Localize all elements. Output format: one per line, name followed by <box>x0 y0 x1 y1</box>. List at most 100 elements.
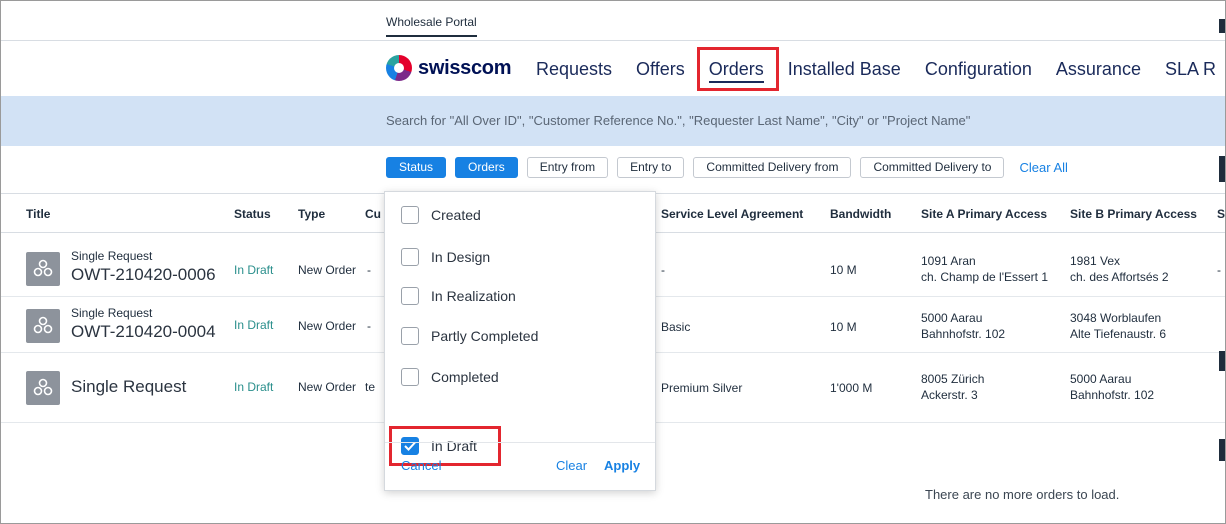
status-option-label: In Realization <box>431 288 516 304</box>
portal-tab[interactable]: Wholesale Portal <box>386 15 477 37</box>
status-option-created[interactable]: Created <box>401 206 481 224</box>
row-site-b-line1: 1981 Vex <box>1070 254 1121 268</box>
status-option-label: Partly Completed <box>431 328 539 344</box>
status-option-completed[interactable]: Completed <box>401 368 499 386</box>
row-site-a-line1: 1091 Aran <box>921 254 976 268</box>
row-bandwidth: 10 M <box>830 263 857 277</box>
row-site-a-line2: ch. Champ de l'Essert 1 <box>921 270 1049 284</box>
swisscom-logo-icon <box>386 55 412 81</box>
column-header-bandwidth[interactable]: Bandwidth <box>830 207 891 221</box>
cancel-button[interactable]: Cancel <box>401 458 441 473</box>
column-header-title[interactable]: Title <box>26 207 50 221</box>
nav-item-requests[interactable]: Requests <box>536 59 612 80</box>
row-site-a: 8005 Zürich Ackerstr. 3 <box>921 371 984 403</box>
checkbox[interactable] <box>401 287 419 305</box>
row-sla: Premium Silver <box>661 381 743 395</box>
row-site-a-line2: Bahnhofstr. 102 <box>921 327 1006 341</box>
main-navbar: swisscom Requests Offers Orders Installe… <box>1 42 1225 96</box>
row-customer: - <box>367 263 371 277</box>
row-title-id[interactable]: OWT-210420-0004 <box>71 322 216 342</box>
checkbox[interactable] <box>401 368 419 386</box>
nav-item-orders[interactable]: Orders <box>696 47 779 91</box>
column-header-site-a[interactable]: Site A Primary Access <box>921 207 1047 221</box>
nav-item-configuration[interactable]: Configuration <box>925 59 1032 80</box>
nav-item-assurance[interactable]: Assurance <box>1056 59 1141 80</box>
swisscom-logo[interactable]: swisscom <box>386 55 512 81</box>
row-site-b: 5000 Aarau Bahnhofstr. 102 <box>1070 371 1154 403</box>
row-site-a-line2: Ackerstr. 3 <box>921 388 978 402</box>
page-frame: Wholesale Portal swisscom Requests Offer… <box>0 0 1226 524</box>
no-more-orders-text: There are no more orders to load. <box>925 487 1120 502</box>
logo-text: swisscom <box>418 56 512 79</box>
row-customer: te <box>365 380 376 394</box>
cubes-icon <box>33 378 53 396</box>
column-header-site-b[interactable]: Site B Primary Access <box>1070 207 1197 221</box>
clipped-edge-fragment <box>1219 351 1225 371</box>
search-bar[interactable]: Search for "All Over ID", "Customer Refe… <box>1 96 1225 146</box>
row-status: In Draft <box>234 380 274 394</box>
row-type: New Order <box>298 263 357 277</box>
clear-button[interactable]: Clear <box>556 458 587 473</box>
row-site-b-line1: 5000 Aarau <box>1070 372 1132 386</box>
row-bandwidth: 10 M <box>830 320 857 334</box>
row-site-b: 3048 Worblaufen Alte Tiefenaustr. 6 <box>1070 310 1166 342</box>
nav-item-offers[interactable]: Offers <box>636 59 685 80</box>
row-title-id[interactable]: Single Request <box>71 377 186 397</box>
order-type-icon <box>26 252 60 286</box>
column-header-status[interactable]: Status <box>234 207 271 221</box>
row-status: In Draft <box>234 263 274 277</box>
row-si: - <box>1217 263 1221 277</box>
status-option-partly-completed[interactable]: Partly Completed <box>401 327 538 345</box>
order-type-icon <box>26 371 60 405</box>
search-input[interactable]: Search for "All Over ID", "Customer Refe… <box>386 113 970 128</box>
filter-chip-status[interactable]: Status <box>386 157 447 178</box>
row-type: New Order <box>298 380 357 394</box>
cubes-icon <box>33 316 53 334</box>
row-customer: - <box>367 319 371 333</box>
order-type-icon <box>26 309 60 343</box>
filter-bar: Status Orders Entry from Entry to Commit… <box>386 157 1068 178</box>
row-sla: - <box>661 263 665 277</box>
checkbox[interactable] <box>401 327 419 345</box>
clipped-edge-fragment <box>1219 19 1225 33</box>
row-site-a: 5000 Aarau Bahnhofstr. 102 <box>921 310 1005 342</box>
row-title-small: Single Request <box>71 306 153 320</box>
status-option-in-design[interactable]: In Design <box>401 248 490 266</box>
checkbox[interactable] <box>401 206 419 224</box>
clear-all-link[interactable]: Clear All <box>1019 160 1067 175</box>
row-site-a: 1091 Aran ch. Champ de l'Essert 1 <box>921 253 1048 285</box>
column-header-customer[interactable]: Cu <box>365 207 381 221</box>
filter-chip-committed-delivery-from[interactable]: Committed Delivery from <box>693 157 852 178</box>
filter-chip-orders[interactable]: Orders <box>455 157 518 178</box>
clipped-edge-fragment <box>1219 439 1225 461</box>
status-option-label: In Design <box>431 249 491 265</box>
row-bandwidth: 1'000 M <box>830 381 873 395</box>
row-site-b: 1981 Vex ch. des Affortsés 2 <box>1070 253 1169 285</box>
row-title-id[interactable]: OWT-210420-0006 <box>71 265 216 285</box>
portal-strip: Wholesale Portal <box>1 1 1225 41</box>
row-title-small: Single Request <box>71 249 153 263</box>
row-type: New Order <box>298 319 357 333</box>
apply-button[interactable]: Apply <box>604 458 640 473</box>
orders-highlight-box <box>696 47 779 91</box>
column-header-sla[interactable]: Service Level Agreement <box>661 207 803 221</box>
filter-chip-entry-to[interactable]: Entry to <box>617 157 685 178</box>
column-header-si[interactable]: Si <box>1217 207 1225 221</box>
checkbox[interactable] <box>401 248 419 266</box>
filter-chip-entry-from[interactable]: Entry from <box>526 157 609 178</box>
row-site-a-line1: 5000 Aarau <box>921 311 983 325</box>
clipped-edge-fragment <box>1219 156 1225 182</box>
nav-item-installed-base[interactable]: Installed Base <box>788 59 901 80</box>
row-site-b-line2: Bahnhofstr. 102 <box>1070 388 1155 402</box>
row-site-b-line2: Alte Tiefenaustr. 6 <box>1070 327 1167 341</box>
column-header-type[interactable]: Type <box>298 207 325 221</box>
nav-items: Requests Offers Orders Installed Base Co… <box>536 47 1225 91</box>
row-site-b-line1: 3048 Worblaufen <box>1070 311 1162 325</box>
status-option-label: Created <box>431 207 481 223</box>
nav-item-sla[interactable]: SLA R <box>1165 59 1216 80</box>
filter-chip-committed-delivery-to[interactable]: Committed Delivery to <box>860 157 1005 178</box>
status-filter-dropdown: Created In Design In Realization Partly … <box>384 191 656 491</box>
status-option-label: Completed <box>431 369 499 385</box>
cubes-icon <box>33 259 53 277</box>
status-option-in-realization[interactable]: In Realization <box>401 287 516 305</box>
